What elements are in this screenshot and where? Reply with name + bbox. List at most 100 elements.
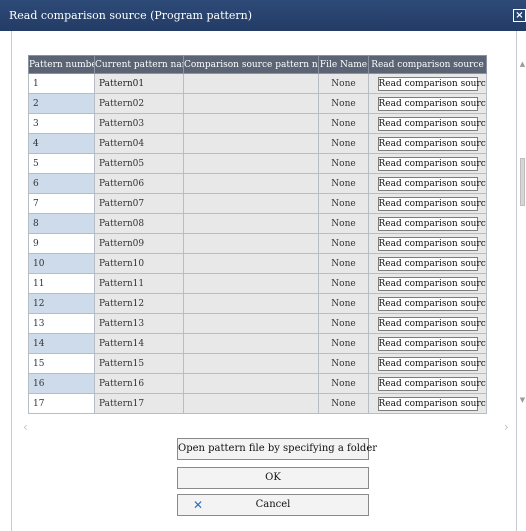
pattern-table: Pattern number Current pattern name Comp… [28,55,487,414]
pattern-number-cell: 5 [28,153,95,174]
read-comparison-source-cell: Read comparison source [368,333,487,354]
file-name-cell: None [318,233,369,254]
pattern-number-cell: 1 [28,73,95,94]
current-pattern-name-cell: Pattern15 [94,353,184,374]
read-comparison-source-button[interactable]: Read comparison source [377,196,486,211]
file-name-cell: None [318,193,369,214]
comparison-source-name-cell [183,233,319,254]
read-comparison-source-button[interactable]: Read comparison source [377,356,486,371]
table-row: 10 Pattern10 None Read comparison source [28,253,487,274]
read-comparison-source-button[interactable]: Read comparison source [377,176,486,191]
read-comparison-source-cell: Read comparison source [368,133,487,154]
comparison-source-name-cell [183,153,319,174]
table-row: 12 Pattern12 None Read comparison source [28,293,487,314]
file-name-cell: None [318,393,369,414]
read-comparison-source-cell: Read comparison source [368,373,487,394]
scroll-left-icon[interactable]: ‹ [23,420,28,434]
file-name-cell: None [318,353,369,374]
current-pattern-name-cell: Pattern08 [94,213,184,234]
pattern-number-cell: 12 [28,293,95,314]
comparison-source-name-cell [183,393,319,414]
read-comparison-source-button[interactable]: Read comparison source [377,236,486,251]
current-pattern-name-cell: Pattern17 [94,393,184,414]
file-name-cell: None [318,313,369,334]
file-name-cell: None [318,273,369,294]
current-pattern-name-cell: Pattern09 [94,233,184,254]
scroll-right-icon[interactable]: › [504,420,509,434]
table-row: 4 Pattern04 None Read comparison source [28,133,487,154]
file-name-cell: None [318,153,369,174]
comparison-source-name-cell [183,373,319,394]
table-row: 7 Pattern07 None Read comparison source [28,193,487,214]
read-comparison-source-cell: Read comparison source [368,313,487,334]
pattern-number-cell: 3 [28,113,95,134]
read-comparison-source-button[interactable]: Read comparison source [377,276,486,291]
current-pattern-name-cell: Pattern13 [94,313,184,334]
read-comparison-source-cell: Read comparison source [368,293,487,314]
column-header-read-comparison-source: Read comparison source [368,55,487,74]
comparison-source-name-cell [183,313,319,334]
read-comparison-source-button[interactable]: Read comparison source [377,256,486,271]
read-comparison-source-cell: Read comparison source [368,393,487,414]
table-row: 16 Pattern16 None Read comparison source [28,373,487,394]
table-row: 6 Pattern06 None Read comparison source [28,173,487,194]
read-comparison-source-button[interactable]: Read comparison source [377,76,486,91]
pattern-number-cell: 17 [28,393,95,414]
open-pattern-folder-button[interactable]: Open pattern file by specifying a folder [177,438,377,460]
comparison-source-name-cell [183,173,319,194]
ok-button[interactable]: OK [177,467,369,489]
current-pattern-name-cell: Pattern14 [94,333,184,354]
read-comparison-source-cell: Read comparison source [368,353,487,374]
read-comparison-source-button[interactable]: Read comparison source [377,96,486,111]
read-comparison-source-button[interactable]: Read comparison source [377,296,486,311]
file-name-cell: None [318,93,369,114]
scroll-up-icon[interactable]: ▲ [519,60,526,68]
close-icon[interactable]: × [513,9,526,22]
title-bar: Read comparison source (Program pattern)… [0,0,526,31]
table-row: 17 Pattern17 None Read comparison source [28,393,487,414]
pattern-number-cell: 7 [28,193,95,214]
table-row: 8 Pattern08 None Read comparison source [28,213,487,234]
current-pattern-name-cell: Pattern07 [94,193,184,214]
table-row: 13 Pattern13 None Read comparison source [28,313,487,334]
pattern-number-cell: 8 [28,213,95,234]
read-comparison-source-button[interactable]: Read comparison source [377,116,486,131]
scroll-down-icon[interactable]: ▼ [519,396,526,404]
comparison-source-name-cell [183,213,319,234]
pattern-number-cell: 13 [28,313,95,334]
read-comparison-source-cell: Read comparison source [368,173,487,194]
comparison-source-name-cell [183,133,319,154]
cancel-button[interactable]: ✕ Cancel [177,494,369,516]
comparison-source-name-cell [183,113,319,134]
scrollbar-thumb[interactable] [520,158,525,206]
read-comparison-source-button[interactable]: Read comparison source [377,336,486,351]
comparison-source-name-cell [183,93,319,114]
read-comparison-source-button[interactable]: Read comparison source [377,156,486,171]
table-row: 11 Pattern11 None Read comparison source [28,273,487,294]
current-pattern-name-cell: Pattern01 [94,73,184,94]
window-title: Read comparison source (Program pattern) [9,9,253,22]
vertical-scrollbar[interactable]: ▲ ▼ [519,48,526,418]
pattern-number-cell: 14 [28,333,95,354]
current-pattern-name-cell: Pattern02 [94,93,184,114]
current-pattern-name-cell: Pattern12 [94,293,184,314]
read-comparison-source-button[interactable]: Read comparison source [377,376,486,391]
read-comparison-source-button[interactable]: Read comparison source [377,216,486,231]
comparison-source-name-cell [183,273,319,294]
read-comparison-source-cell: Read comparison source [368,193,487,214]
table-row: 5 Pattern05 None Read comparison source [28,153,487,174]
read-comparison-source-button[interactable]: Read comparison source [377,316,486,331]
read-comparison-source-cell: Read comparison source [368,93,487,114]
current-pattern-name-cell: Pattern06 [94,173,184,194]
read-comparison-source-button[interactable]: Read comparison source [377,136,486,151]
file-name-cell: None [318,213,369,234]
read-comparison-source-cell: Read comparison source [368,233,487,254]
file-name-cell: None [318,293,369,314]
current-pattern-name-cell: Pattern11 [94,273,184,294]
current-pattern-name-cell: Pattern10 [94,253,184,274]
file-name-cell: None [318,73,369,94]
comparison-source-name-cell [183,73,319,94]
file-name-cell: None [318,113,369,134]
file-name-cell: None [318,333,369,354]
read-comparison-source-button[interactable]: Read comparison source [377,396,486,411]
